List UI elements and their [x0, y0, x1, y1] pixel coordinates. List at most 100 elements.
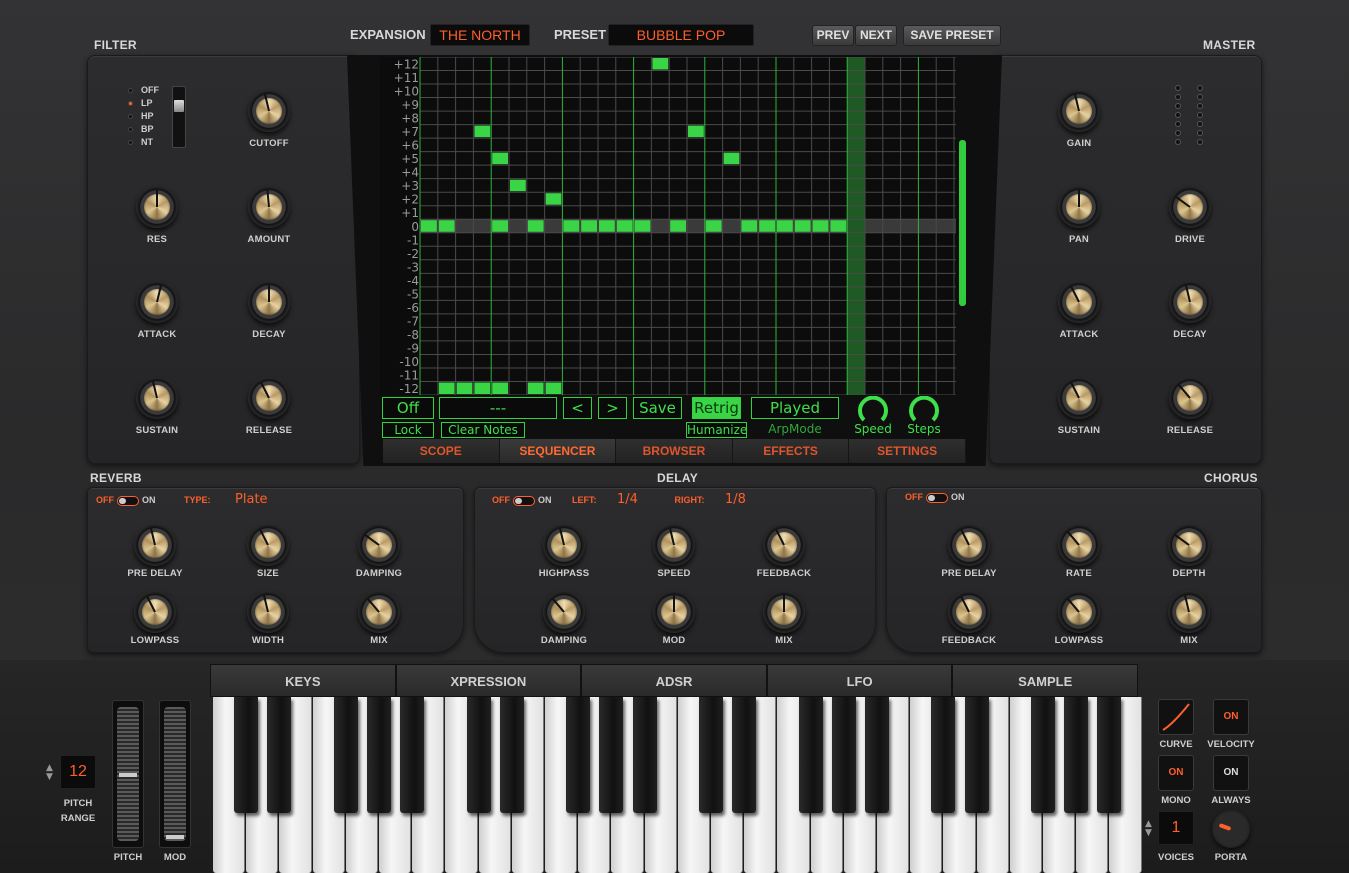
pitch-range-display[interactable]: 12: [60, 755, 96, 789]
curve-button[interactable]: [1158, 699, 1194, 735]
sequencer-note[interactable]: [794, 220, 811, 232]
black-key[interactable]: [333, 697, 358, 813]
seq-prev-button[interactable]: <: [563, 397, 592, 419]
sequencer-note[interactable]: [492, 152, 508, 165]
next-preset-button[interactable]: NEXT: [855, 25, 897, 46]
reverb-width-knob[interactable]: [247, 591, 289, 633]
black-key[interactable]: [367, 697, 391, 813]
reverb-damping-knob[interactable]: [358, 524, 400, 566]
seq-arpmode-display[interactable]: Played: [751, 397, 839, 419]
reverb-mix-knob[interactable]: [358, 591, 400, 633]
sequencer-note[interactable]: [777, 220, 793, 232]
pitch-wheel[interactable]: [112, 700, 144, 848]
black-key[interactable]: [267, 697, 292, 813]
sequencer-note[interactable]: [510, 179, 526, 192]
delay-speed-knob[interactable]: [653, 524, 695, 566]
sequencer-note[interactable]: [438, 382, 455, 394]
keys-tab-sample[interactable]: SAMPLE: [952, 664, 1138, 697]
chorus-depth-knob[interactable]: [1168, 524, 1210, 566]
sequencer-note[interactable]: [759, 220, 775, 232]
delay-highpass-knob[interactable]: [543, 524, 585, 566]
black-key[interactable]: [1097, 697, 1122, 813]
sequencer-note[interactable]: [474, 125, 491, 138]
delay-mix-knob[interactable]: [763, 591, 805, 633]
sequencer-note[interactable]: [545, 193, 562, 205]
master-sustain-knob[interactable]: [1058, 377, 1100, 419]
filter-mode-selector[interactable]: OFF LP HP BP NT: [128, 84, 168, 150]
filter-decay-knob[interactable]: [248, 281, 290, 323]
chorus-lowpass-knob[interactable]: [1058, 591, 1100, 633]
master-release-knob[interactable]: [1169, 377, 1211, 419]
sequencer-note[interactable]: [670, 220, 686, 232]
seq-speed-knob[interactable]: [856, 396, 890, 424]
sequencer-note[interactable]: [438, 220, 455, 232]
black-key[interactable]: [234, 697, 259, 813]
black-key[interactable]: [865, 697, 889, 813]
sequencer-note[interactable]: [812, 220, 829, 232]
sequencer-note[interactable]: [652, 58, 669, 70]
reverb-pre-delay-knob[interactable]: [134, 524, 176, 566]
expansion-display[interactable]: THE NORTH: [430, 24, 530, 46]
save-preset-button[interactable]: SAVE PRESET: [903, 25, 1001, 46]
black-key[interactable]: [466, 697, 491, 813]
filter-attack-knob[interactable]: [136, 281, 178, 323]
black-key[interactable]: [599, 697, 624, 813]
sequencer-note[interactable]: [527, 220, 544, 232]
seq-lock-button[interactable]: Lock: [382, 422, 434, 438]
chorus-rate-knob[interactable]: [1058, 524, 1100, 566]
chorus-toggle[interactable]: [926, 492, 948, 503]
black-key[interactable]: [964, 697, 989, 813]
sequencer-note[interactable]: [581, 220, 597, 232]
sequencer-note[interactable]: [492, 220, 508, 232]
reverb-type-value[interactable]: Plate: [235, 492, 268, 507]
keys-tab-xpression[interactable]: XPRESSION: [395, 664, 582, 697]
keys-tab-adsr[interactable]: ADSR: [581, 664, 767, 697]
seq-retrig-button[interactable]: Retrig: [692, 397, 741, 419]
mono-on-button[interactable]: ON: [1158, 755, 1194, 791]
filter-mode-lp[interactable]: LP: [128, 97, 153, 110]
sequencer-note[interactable]: [599, 220, 615, 232]
keys-tab-keys[interactable]: KEYS: [210, 664, 396, 697]
seq-pattern-display[interactable]: ---: [439, 397, 557, 419]
sequencer-note[interactable]: [545, 382, 562, 394]
seq-steps-knob[interactable]: [907, 396, 941, 424]
filter-res-knob[interactable]: [136, 186, 178, 228]
delay-right-value[interactable]: 1/8: [725, 492, 746, 507]
delay-feedback-knob[interactable]: [763, 524, 805, 566]
chorus-mix-knob[interactable]: [1168, 591, 1210, 633]
black-key[interactable]: [566, 697, 591, 813]
mod-wheel[interactable]: [159, 700, 191, 848]
black-key[interactable]: [798, 697, 823, 813]
filter-amount-knob[interactable]: [248, 186, 290, 228]
black-key[interactable]: [1031, 697, 1055, 813]
black-key[interactable]: [400, 697, 425, 813]
sequencer-note[interactable]: [474, 382, 491, 394]
delay-mod-knob[interactable]: [653, 591, 695, 633]
tab-browser[interactable]: BROWSER: [616, 439, 733, 463]
sequencer-note[interactable]: [563, 220, 580, 232]
black-key[interactable]: [499, 697, 524, 813]
filter-mode-bp[interactable]: BP: [128, 123, 154, 136]
black-key[interactable]: [732, 697, 757, 813]
filter-mode-slider[interactable]: [172, 86, 186, 148]
porta-knob[interactable]: [1212, 810, 1250, 848]
seq-humanize-button[interactable]: Humanize: [686, 422, 747, 438]
filter-mode-slider-thumb[interactable]: [174, 100, 184, 112]
seq-save-button[interactable]: Save: [633, 397, 682, 419]
delay-toggle[interactable]: [513, 495, 535, 506]
seq-clear-notes-button[interactable]: Clear Notes: [441, 422, 525, 438]
master-attack-knob[interactable]: [1058, 281, 1100, 323]
sequencer-note[interactable]: [634, 220, 651, 232]
black-key[interactable]: [931, 697, 956, 813]
chorus-pre-delay-knob[interactable]: [948, 524, 990, 566]
voices-stepper[interactable]: ▲ ▼: [1145, 820, 1157, 840]
master-pan-knob[interactable]: [1058, 186, 1100, 228]
pitch-range-stepper[interactable]: ▲ ▼: [46, 764, 58, 784]
sequencer-note[interactable]: [723, 152, 740, 165]
sequencer-note[interactable]: [492, 382, 508, 394]
sequencer-note[interactable]: [616, 220, 633, 232]
black-key[interactable]: [1064, 697, 1089, 813]
prev-preset-button[interactable]: PREV: [812, 25, 854, 46]
filter-release-knob[interactable]: [248, 377, 290, 419]
reverb-lowpass-knob[interactable]: [134, 591, 176, 633]
